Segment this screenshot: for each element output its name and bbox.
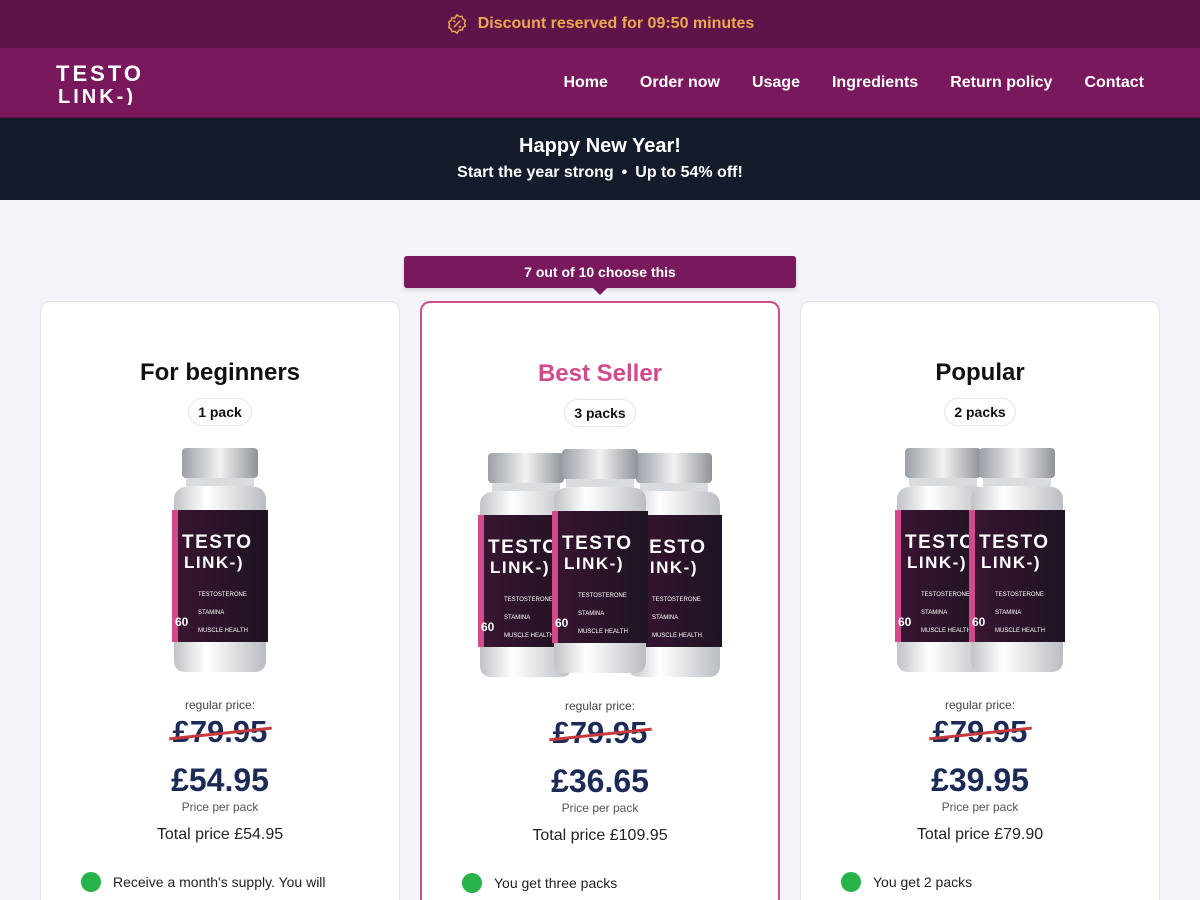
promo-title: Happy New Year!: [519, 135, 681, 157]
logo-line1: TESTO: [56, 61, 144, 86]
card-title: Popular: [935, 359, 1025, 386]
price-per-pack-label: Price per pack: [181, 800, 259, 814]
svg-text:TESTO: TESTO: [979, 532, 1050, 553]
pack-price: £36.65: [551, 763, 649, 799]
pack-count-badge: 2 packs: [944, 398, 1016, 426]
svg-text:LINK-): LINK-): [907, 553, 967, 572]
nav-ingredients-link[interactable]: Ingredients: [832, 74, 918, 92]
svg-text:STAMINA: STAMINA: [198, 610, 224, 616]
feature-text: You get 2 packs: [873, 874, 973, 890]
nav-usage-link[interactable]: Usage: [752, 74, 800, 92]
svg-text:60: 60: [175, 615, 189, 629]
svg-text:STAMINA: STAMINA: [995, 610, 1021, 616]
old-price: £79.95: [548, 715, 652, 751]
svg-text:LINK-): LINK-): [490, 558, 550, 577]
pack-count-badge: 3 packs: [564, 399, 636, 427]
svg-text:TESTO: TESTO: [182, 532, 253, 553]
popular-choice-tag: 7 out of 10 choose this: [404, 256, 796, 295]
svg-text:60: 60: [898, 615, 912, 629]
regular-price-label: regular price:: [944, 698, 1016, 712]
main-navigation: TESTO LINK-) Home Order now Usage Ingred…: [0, 48, 1200, 118]
product-bottles-image: TESTO LINK-) TESTOSTERONE STAMINA MUSCLE…: [422, 449, 778, 679]
svg-text:60: 60: [555, 616, 569, 630]
svg-text:LINK-): LINK-): [564, 554, 624, 573]
svg-text:STAMINA: STAMINA: [578, 611, 604, 617]
feature-item: You get three packs: [462, 873, 778, 893]
svg-text:LINK-): LINK-): [184, 553, 244, 572]
card-title: Best Seller: [537, 360, 663, 387]
bottle-icon: TESTO LINK-) TESTOSTERONE STAMINA MUSCLE…: [969, 448, 1065, 672]
svg-text:TESTOSTERONE: TESTOSTERONE: [578, 593, 627, 599]
promo-banner: Happy New Year! Start the year strong • Up…: [0, 118, 1200, 200]
promo-subtitle: Start the year strong • Up to 54% off!: [0, 164, 1200, 182]
svg-text:MUSCLE HEALTH: MUSCLE HEALTH: [578, 629, 628, 635]
svg-text:MUSCLE HEALTH: MUSCLE HEALTH: [995, 628, 1045, 634]
nav-links: Home Order now Usage Ingredients Return …: [563, 74, 1144, 92]
promo-subtitle-left: Start the year strong: [457, 164, 614, 181]
svg-text:STAMINA: STAMINA: [652, 615, 678, 621]
svg-text:TESTOSTERONE: TESTOSTERONE: [921, 592, 970, 598]
pack-price: £54.95: [171, 762, 269, 798]
svg-text:STAMINA: STAMINA: [504, 615, 530, 621]
bottle-icon: TESTO LINK-) TESTOSTERONE STAMINA MUSCLE…: [552, 449, 648, 673]
price-per-pack-label: Price per pack: [561, 801, 639, 815]
check-icon: [81, 872, 101, 892]
discount-badge-icon: [447, 13, 466, 35]
svg-text:TESTOSTERONE: TESTOSTERONE: [198, 592, 247, 598]
bottle-icon: TESTO LINK-) TESTOSTERONE STAMINA MUSCLE…: [172, 448, 268, 672]
svg-text:TESTOSTERONE: TESTOSTERONE: [995, 592, 1044, 598]
pack-count-badge: 1 pack: [188, 398, 252, 426]
svg-text:MUSCLE HEALTH: MUSCLE HEALTH: [921, 628, 971, 634]
card-title: For beginners: [139, 359, 301, 386]
price-per-pack-label: Price per pack: [941, 800, 1019, 814]
nav-return-policy-link[interactable]: Return policy: [950, 74, 1052, 92]
discount-timer-bar: Discount reserved for 09:50 minutes: [0, 0, 1200, 48]
svg-text:TESTO: TESTO: [562, 533, 633, 554]
svg-text:MUSCLE HEALTH: MUSCLE HEALTH: [652, 633, 702, 639]
svg-text:TESTOSTERONE: TESTOSTERONE: [504, 597, 553, 603]
total-price: Total price £54.95: [156, 826, 284, 843]
old-price: £79.95: [168, 714, 272, 750]
feature-text: Receive a month's supply. You will: [113, 874, 326, 890]
product-bottles-image: TESTO LINK-) TESTOSTERONE STAMINA MUSCLE…: [41, 448, 399, 678]
discount-timer-text: Discount reserved for 09:50 minutes: [477, 15, 755, 32]
svg-text:MUSCLE HEALTH: MUSCLE HEALTH: [198, 628, 248, 634]
svg-text:TESTOSTERONE: TESTOSTERONE: [652, 597, 701, 603]
svg-text:LINK-): LINK-): [981, 553, 1041, 572]
promo-separator: •: [621, 164, 628, 181]
check-icon: [462, 873, 482, 893]
offer-card-2-packs[interactable]: Popular 2 packs TESTO LINK-) TESTOSTERON…: [800, 301, 1160, 900]
logo-line2: LINK-): [58, 86, 136, 105]
nav-home-link[interactable]: Home: [563, 74, 607, 92]
old-price: £79.95: [928, 714, 1032, 750]
svg-text:60: 60: [481, 620, 495, 634]
offer-card-1-pack[interactable]: For beginners 1 pack TESTO LINK-) TESTOS…: [40, 301, 400, 900]
feature-item: Receive a month's supply. You will: [81, 872, 399, 892]
total-price: Total price £79.90: [916, 826, 1044, 843]
nav-contact-link[interactable]: Contact: [1084, 74, 1144, 92]
svg-text:MUSCLE HEALTH: MUSCLE HEALTH: [504, 633, 554, 639]
regular-price-label: regular price:: [184, 698, 256, 712]
product-bottles-image: TESTO LINK-) TESTOSTERONE STAMINA MUSCLE…: [801, 448, 1159, 678]
pack-price: £39.95: [931, 762, 1029, 798]
nav-order-link[interactable]: Order now: [640, 74, 720, 92]
svg-text:60: 60: [972, 615, 986, 629]
check-icon: [841, 872, 861, 892]
feature-text: You get three packs: [494, 875, 618, 891]
total-price: Total price £109.95: [532, 827, 668, 844]
offer-card-3-packs[interactable]: Best Seller 3 packs TESTO LINK-) TESTOST…: [420, 301, 780, 900]
promo-subtitle-right: Up to 54% off!: [635, 164, 743, 181]
regular-price-label: regular price:: [564, 699, 636, 713]
svg-text:STAMINA: STAMINA: [921, 610, 947, 616]
testo-link-logo[interactable]: TESTO LINK-): [56, 61, 176, 105]
feature-item: You get 2 packs: [841, 872, 1159, 892]
